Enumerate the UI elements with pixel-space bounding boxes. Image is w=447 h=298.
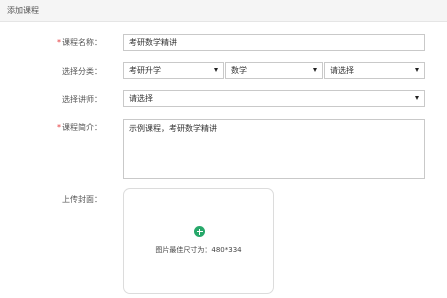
course-name-label-text: 课程名称： <box>62 38 102 47</box>
caret-down-icon <box>313 68 317 72</box>
category-select-level2-value: 数学 <box>231 66 247 75</box>
required-mark: * <box>57 123 61 132</box>
intro-textarea[interactable]: 示例课程，考研数学精讲 <box>123 119 425 179</box>
teacher-label: 选择讲师： <box>62 95 102 104</box>
intro-label-text: 课程简介： <box>62 123 102 132</box>
intro-value: 示例课程，考研数学精讲 <box>129 124 217 133</box>
cover-label: 上传封面： <box>62 195 102 204</box>
teacher-select-value: 请选择 <box>129 94 153 103</box>
plus-circle-icon[interactable] <box>194 226 205 237</box>
caret-down-icon <box>214 68 218 72</box>
required-mark: * <box>57 38 61 47</box>
course-name-value: 考研数学精讲 <box>129 38 177 47</box>
category-label: 选择分类： <box>62 67 102 76</box>
category-select-level3-value: 请选择 <box>330 66 354 75</box>
category-select-level1-value: 考研升学 <box>129 66 161 75</box>
teacher-select[interactable]: 请选择 <box>123 90 425 107</box>
caret-down-icon <box>415 68 419 72</box>
course-name-label: *课程名称： <box>57 37 102 48</box>
cover-upload-area[interactable]: 图片最佳尺寸为：480*334 <box>123 188 274 294</box>
caret-down-icon <box>415 96 419 100</box>
cover-size-hint: 图片最佳尺寸为：480*334 <box>155 246 242 254</box>
category-select-level1[interactable]: 考研升学 <box>123 62 224 79</box>
page-title: 添加课程 <box>7 6 39 15</box>
category-select-level2[interactable]: 数学 <box>225 62 323 79</box>
category-select-level3[interactable]: 请选择 <box>324 62 425 79</box>
course-name-input[interactable]: 考研数学精讲 <box>123 34 425 51</box>
add-course-page: 添加课程 *课程名称： 考研数学精讲 选择分类： 考研升学 数学 请选择 选择讲… <box>0 0 447 298</box>
intro-label: *课程简介： <box>57 122 102 133</box>
page-header: 添加课程 <box>0 0 447 22</box>
